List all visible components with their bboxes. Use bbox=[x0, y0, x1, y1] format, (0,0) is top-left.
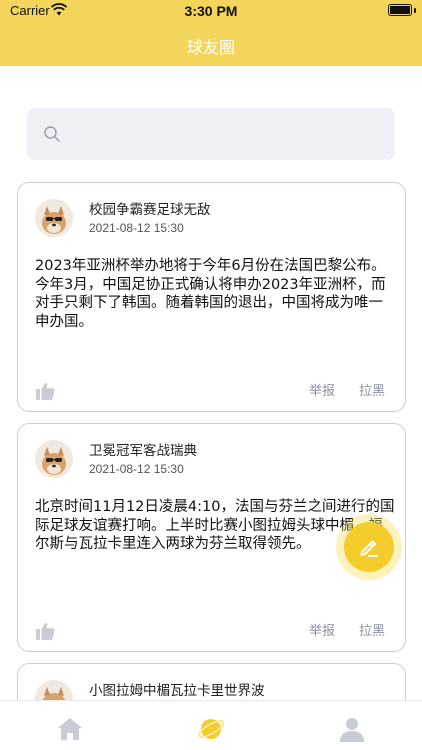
compose-button[interactable] bbox=[336, 514, 402, 580]
battery-tip bbox=[414, 8, 416, 13]
post-time: 2021-08-12 15:30 bbox=[89, 462, 184, 476]
header: Carrier 3:30 PM 球友圈 bbox=[0, 0, 422, 66]
thumbs-up-icon[interactable] bbox=[36, 622, 55, 640]
battery-icon bbox=[388, 4, 412, 16]
tab-home[interactable] bbox=[0, 701, 140, 750]
avatar[interactable] bbox=[35, 199, 73, 237]
planet-icon bbox=[198, 719, 224, 739]
compose-button-core[interactable] bbox=[344, 522, 394, 572]
post-card[interactable]: 校园争霸赛足球无敌 2021-08-12 15:30 2023年亚洲杯举办地将于… bbox=[17, 182, 406, 412]
post-title: 校园争霸赛足球无敌 bbox=[89, 202, 211, 218]
tab-community[interactable] bbox=[141, 701, 281, 750]
post-title: 卫冕冠军客战瑞典 bbox=[89, 443, 197, 459]
block-button[interactable]: 拉黑 bbox=[359, 620, 385, 639]
status-time: 3:30 PM bbox=[184, 3, 238, 19]
home-icon bbox=[58, 718, 82, 740]
thumbs-up-icon[interactable] bbox=[36, 382, 55, 400]
block-button[interactable]: 拉黑 bbox=[359, 380, 385, 399]
post-title: 小图拉姆中楣瓦拉卡里世界波 bbox=[89, 683, 265, 699]
user-icon bbox=[340, 718, 364, 742]
search-input[interactable] bbox=[27, 108, 395, 160]
report-button[interactable]: 举报 bbox=[309, 380, 335, 399]
page-title: 球友圈 bbox=[186, 38, 235, 57]
edit-icon bbox=[360, 540, 378, 557]
report-button[interactable]: 举报 bbox=[309, 620, 335, 639]
tab-bar bbox=[0, 700, 422, 750]
tab-profile[interactable] bbox=[282, 701, 422, 750]
avatar[interactable] bbox=[35, 440, 73, 478]
status-bar: Carrier 3:30 PM bbox=[0, 0, 422, 22]
post-content: 2023年亚洲杯举办地将于今年6月份在法国巴黎公布。今年3月，中国足协正式确认将… bbox=[35, 258, 386, 330]
search-icon bbox=[44, 126, 60, 142]
post-time: 2021-08-12 15:30 bbox=[89, 221, 184, 235]
